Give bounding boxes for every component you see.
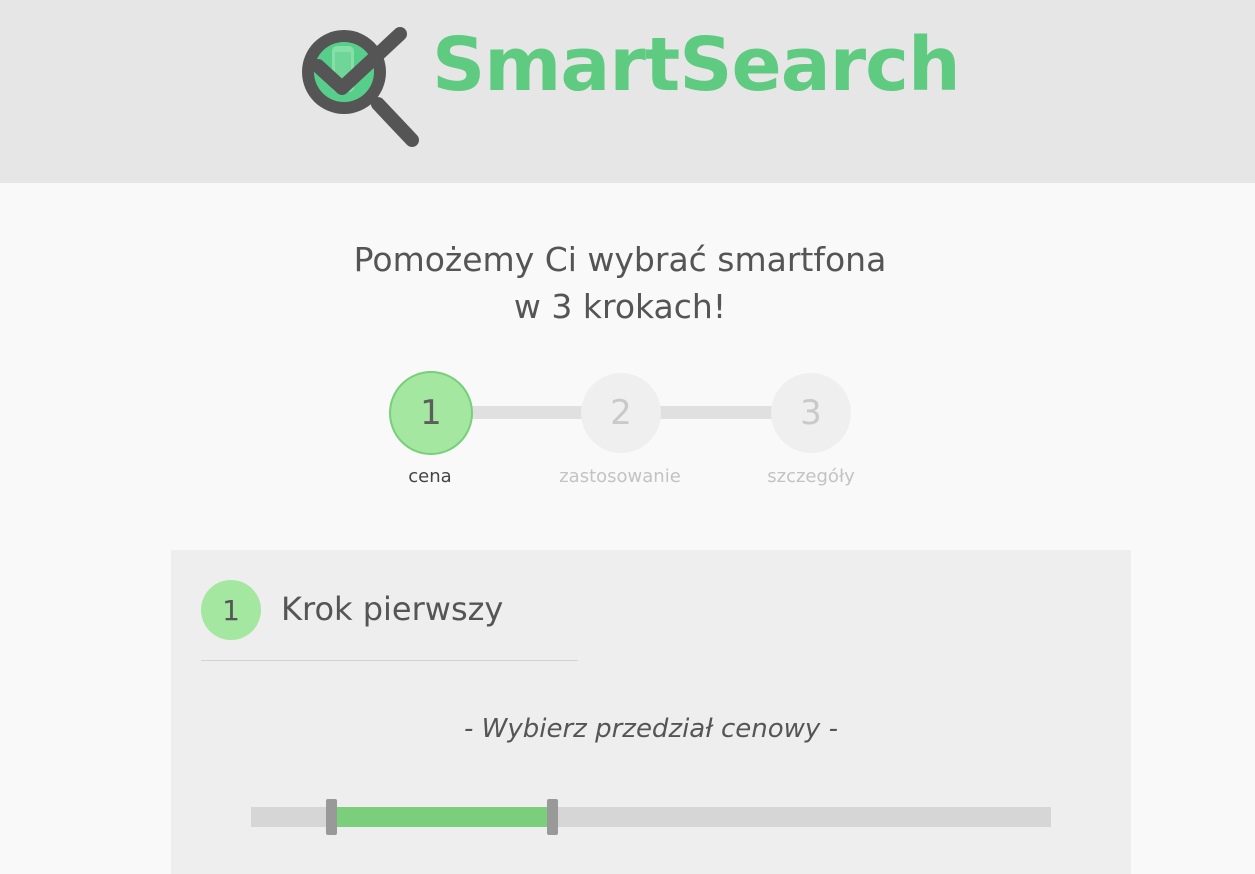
step-connector-1-2 bbox=[466, 406, 588, 419]
step-panel: 1 Krok pierwszy - Wybierz przedział ceno… bbox=[171, 550, 1131, 874]
price-range-fill bbox=[331, 807, 553, 827]
price-min-handle[interactable] bbox=[325, 799, 337, 835]
step-1-circle[interactable]: 1 bbox=[389, 371, 473, 455]
headline-line-1: Pomożemy Ci wybrać smartfona bbox=[353, 240, 887, 279]
headline-line-2: w 3 krokach! bbox=[513, 287, 727, 326]
step-3-circle[interactable]: 3 bbox=[771, 373, 851, 453]
header: SmartSearch bbox=[0, 0, 1255, 183]
step-3-label: szczegóły bbox=[767, 466, 855, 487]
magnifier-check-phone-icon bbox=[302, 27, 419, 147]
price-max-handle[interactable] bbox=[547, 799, 559, 835]
step-connector-2-3 bbox=[656, 406, 778, 419]
panel-title: Krok pierwszy bbox=[281, 590, 504, 628]
price-range-slider[interactable] bbox=[251, 799, 1051, 835]
step-2-label: zastosowanie bbox=[559, 466, 681, 487]
brand-logo-text: SmartSearch bbox=[432, 22, 961, 108]
step-2-circle[interactable]: 2 bbox=[581, 373, 661, 453]
panel-step-badge: 1 bbox=[201, 580, 261, 640]
price-range-prompt: - Wybierz przedział cenowy - bbox=[464, 714, 838, 744]
panel-divider bbox=[201, 660, 578, 661]
step-1-label: cena bbox=[408, 466, 452, 487]
page-headline: Pomożemy Ci wybrać smartfona w 3 krokach… bbox=[0, 236, 1240, 330]
